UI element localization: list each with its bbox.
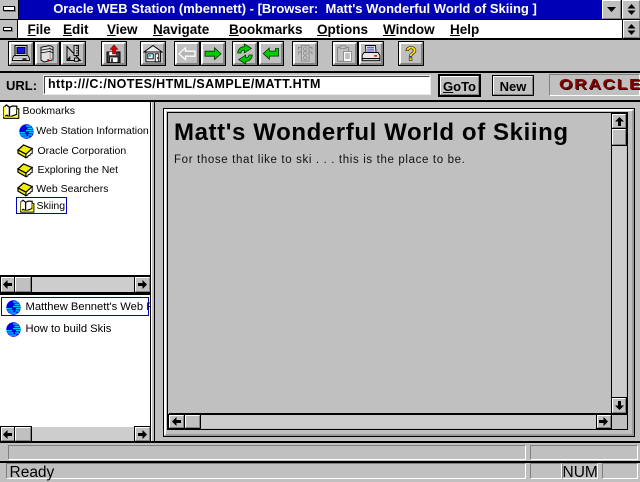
svg-text:?: ? <box>404 43 416 64</box>
